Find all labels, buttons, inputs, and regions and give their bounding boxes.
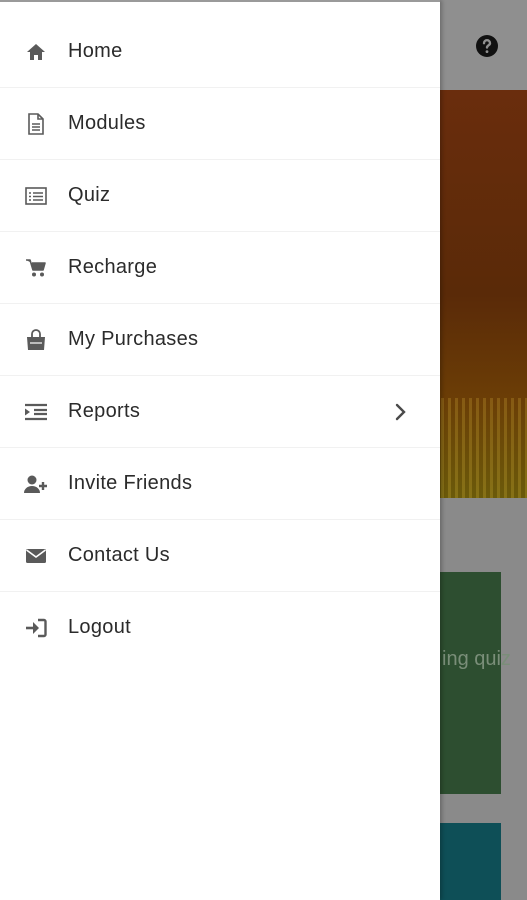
- menu-item-quiz[interactable]: Quiz: [0, 160, 440, 232]
- help-icon[interactable]: [475, 34, 499, 58]
- chevron-right-icon: [395, 403, 406, 420]
- menu-item-modules[interactable]: Modules: [0, 88, 440, 160]
- menu-item-label: Recharge: [68, 256, 158, 278]
- menu-item-label: Logout: [68, 616, 131, 638]
- envelope-icon: [24, 544, 48, 568]
- menu-item-label: Reports: [68, 400, 141, 422]
- menu-item-reports[interactable]: Reports: [0, 376, 440, 448]
- menu-item-contact-us[interactable]: Contact Us: [0, 520, 440, 592]
- user-plus-icon: [24, 472, 48, 496]
- sign-in-icon: [24, 616, 48, 640]
- drawer-menu: Home Modules Quiz Recharge My Purchases: [0, 16, 440, 663]
- menu-item-label: Contact Us: [68, 544, 170, 566]
- indent-icon: [24, 400, 48, 424]
- quiz-card-text: ing quiz: [442, 648, 511, 670]
- menu-item-recharge[interactable]: Recharge: [0, 232, 440, 304]
- menu-item-home[interactable]: Home: [0, 16, 440, 88]
- home-icon: [24, 40, 48, 64]
- list-icon: [24, 184, 48, 208]
- menu-item-logout[interactable]: Logout: [0, 592, 440, 663]
- menu-item-invite-friends[interactable]: Invite Friends: [0, 448, 440, 520]
- menu-item-label: Quiz: [68, 184, 111, 206]
- document-icon: [24, 112, 48, 136]
- cart-icon: [24, 256, 48, 280]
- menu-item-label: Modules: [68, 112, 146, 134]
- navigation-drawer: Home Modules Quiz Recharge My Purchases: [0, 0, 440, 900]
- menu-item-label: Invite Friends: [68, 472, 193, 494]
- menu-item-label: My Purchases: [68, 328, 199, 350]
- menu-item-my-purchases[interactable]: My Purchases: [0, 304, 440, 376]
- menu-item-label: Home: [68, 40, 123, 62]
- shopping-bag-icon: [24, 328, 48, 352]
